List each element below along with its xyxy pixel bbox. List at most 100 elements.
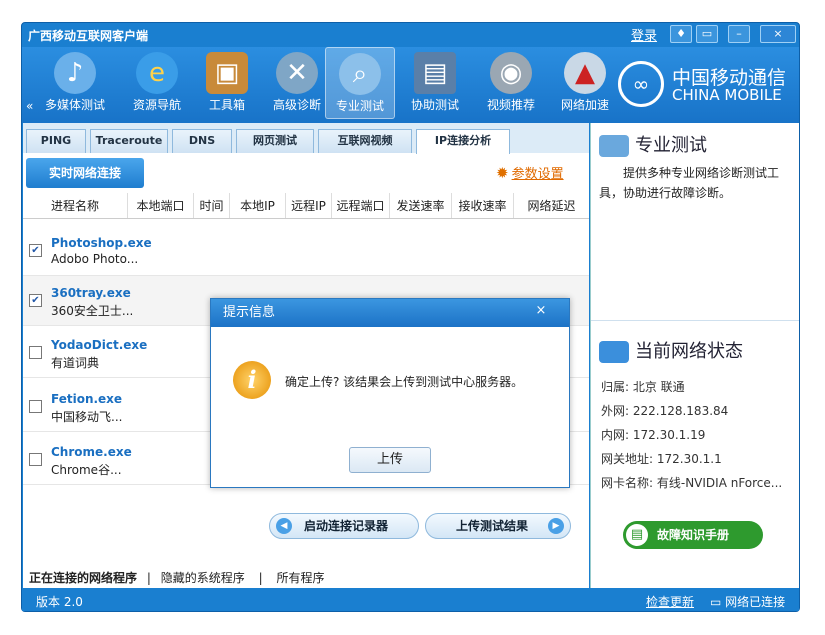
tool-assist-test[interactable]: ▤ 协助测试 — [400, 47, 470, 119]
info-gateway: 网关地址: 172.30.1.1 — [601, 452, 722, 466]
tool-pro-test[interactable]: ⌕ 专业测试 — [325, 47, 395, 119]
tool-network-accel[interactable]: ▲ 网络加速 — [550, 47, 620, 119]
pro-test-heading: 专业测试 — [599, 131, 707, 157]
network-icon: ▭ — [710, 595, 722, 609]
info-icon: i — [233, 361, 271, 399]
col-process-name[interactable]: 进程名称 — [23, 193, 128, 218]
fault-manual-button[interactable]: ▤ 故障知识手册 — [623, 521, 763, 549]
info-location: 归属: 北京 联通 — [601, 380, 685, 394]
row-checkbox[interactable]: ✔ — [29, 294, 42, 307]
tab-traceroute[interactable]: Traceroute — [90, 129, 168, 153]
process-name: Chrome.exe — [51, 445, 132, 459]
info-nic: 网卡名称: 有线-NVIDIA nForce... — [601, 476, 783, 490]
toolbar: « ♪ 多媒体测试 e 资源导航 ▣ 工具箱 ✕ 高级诊断 ⌕ 专业测试 ▤ 协助测试 ◉ 视… — [22, 47, 799, 123]
filter-all[interactable]: 所有程序 — [276, 571, 324, 585]
col-latency[interactable]: 网络延迟 — [514, 193, 589, 218]
close-icon: × — [773, 27, 783, 40]
divider — [591, 320, 799, 321]
wrench-icon: ✕ — [276, 52, 318, 94]
param-settings-label: 参数设置 — [511, 167, 564, 182]
china-mobile-mark-icon: ∞ — [618, 61, 664, 107]
tab-bar: PING Traceroute DNS 网页测试 互联网视频 IP连接分析 — [23, 123, 589, 154]
info-internal-ip: 内网: 172.30.1.19 — [601, 428, 706, 442]
magnifier-icon: ⌕ — [339, 53, 381, 95]
minimize-icon: – — [736, 27, 742, 40]
row-checkbox[interactable] — [29, 400, 42, 413]
upload-confirm-button[interactable]: 上传 — [349, 447, 431, 473]
tab-internet-video[interactable]: 互联网视频 — [318, 129, 412, 153]
ie-icon: e — [136, 52, 178, 94]
filter-separator: | — [146, 571, 151, 585]
tool-label: 高级诊断 — [272, 98, 321, 112]
close-button[interactable]: × — [760, 25, 796, 43]
upload-results-label: 上传测试结果 — [456, 519, 529, 533]
tab-ping[interactable]: PING — [26, 129, 86, 153]
fault-manual-label: 故障知识手册 — [657, 528, 730, 542]
film-icon: ◉ — [490, 52, 532, 94]
process-name: YodaoDict.exe — [51, 338, 148, 352]
filter-connected[interactable]: 正在连接的网络程序 — [29, 571, 137, 585]
row-checkbox[interactable]: ✔ — [29, 244, 42, 257]
tool-advanced-diagnosis[interactable]: ✕ 高级诊断 — [262, 47, 332, 119]
row-checkbox[interactable] — [29, 346, 42, 359]
magnifier-icon — [599, 135, 629, 157]
menu-button[interactable]: ▭ — [696, 25, 718, 43]
window-title: 广西移动互联网客户端 — [28, 29, 149, 43]
info-external-ip: 外网: 222.128.183.84 — [601, 404, 729, 418]
tool-media[interactable]: ♪ 多媒体测试 — [40, 47, 110, 119]
row-checkbox[interactable] — [29, 453, 42, 466]
tool-resource-nav[interactable]: e 资源导航 — [122, 47, 192, 119]
rocket-icon: ▲ — [564, 52, 606, 94]
process-name: 360tray.exe — [51, 286, 131, 300]
filter-separator: | — [258, 571, 263, 585]
tool-label: 视频推荐 — [486, 98, 535, 112]
tool-video-recommend[interactable]: ◉ 视频推荐 — [476, 47, 546, 119]
dialog-title: 提示信息 — [211, 299, 569, 327]
tool-toolbox[interactable]: ▣ 工具箱 — [192, 47, 262, 119]
logo-text-en: CHINA MOBILE — [672, 86, 782, 104]
process-desc: Chrome谷... — [51, 463, 122, 477]
col-time[interactable]: 时间 — [194, 193, 230, 218]
network-status-heading: 当前网络状态 — [599, 337, 743, 363]
arrow-right-icon: ▶ — [548, 518, 564, 534]
process-desc: 有道词典 — [51, 356, 100, 370]
process-desc: Adobo Photo... — [51, 252, 139, 266]
col-remote-ip[interactable]: 远程IP — [286, 193, 332, 218]
start-recorder-button[interactable]: ◀ 启动连接记录器 — [269, 513, 419, 539]
pro-test-desc: 提供多种专业网络诊断测试工具，协助进行故障诊断。 — [599, 166, 780, 200]
tool-label: 资源导航 — [132, 98, 181, 112]
login-link[interactable]: 登录 — [631, 25, 657, 44]
tool-label: 网络加速 — [560, 98, 609, 112]
check-update-link[interactable]: 检查更新 — [646, 593, 694, 610]
process-desc: 中国移动飞... — [51, 410, 123, 424]
network-connected-status: ▭ 网络已连接 — [710, 593, 785, 610]
col-local-port[interactable]: 本地端口 — [128, 193, 194, 218]
shirt-icon: ♦ — [676, 27, 686, 40]
dialog-close-button[interactable]: × — [523, 302, 559, 320]
upload-results-button[interactable]: 上传测试结果 ▶ — [425, 513, 571, 539]
skin-button[interactable]: ♦ — [670, 25, 692, 43]
pro-test-title: 专业测试 — [635, 135, 707, 156]
param-settings-link[interactable]: ✹ 参数设置 — [496, 163, 564, 182]
media-icon: ♪ — [54, 52, 96, 94]
col-recv-rate[interactable]: 接收速率 — [452, 193, 514, 218]
side-panel: 专业测试 提供多种专业网络诊断测试工具，协助进行故障诊断。 当前网络状态 归属:… — [590, 123, 799, 588]
computer-icon: ▤ — [414, 52, 456, 94]
start-recorder-label: 启动连接记录器 — [304, 519, 389, 533]
table-header: 进程名称 本地端口 时间 本地IP 远程IP 远程端口 发送速率 接收速率 网络… — [23, 193, 589, 219]
scroll-left-icon[interactable]: « — [26, 99, 33, 113]
tab-dns[interactable]: DNS — [172, 129, 232, 153]
tab-web-test[interactable]: 网页测试 — [236, 129, 314, 153]
minimize-button[interactable]: – — [728, 25, 750, 43]
filter-hidden[interactable]: 隐藏的系统程序 — [161, 571, 245, 585]
col-local-ip[interactable]: 本地IP — [230, 193, 286, 218]
col-remote-port[interactable]: 远程端口 — [332, 193, 390, 218]
realtime-connection-button[interactable]: 实时网络连接 — [26, 158, 144, 188]
monitor-icon — [599, 341, 629, 363]
col-send-rate[interactable]: 发送速率 — [390, 193, 452, 218]
tab-ip-connection[interactable]: IP连接分析 — [416, 129, 510, 154]
china-mobile-logo: ∞ 中国移动通信 CHINA MOBILE — [618, 61, 794, 111]
program-filter: 正在连接的网络程序 | 隐藏的系统程序 | 所有程序 — [29, 569, 324, 586]
network-status-title: 当前网络状态 — [635, 341, 743, 362]
table-row[interactable]: ✔ Photoshop.exe Adobo Photo... — [23, 226, 589, 276]
